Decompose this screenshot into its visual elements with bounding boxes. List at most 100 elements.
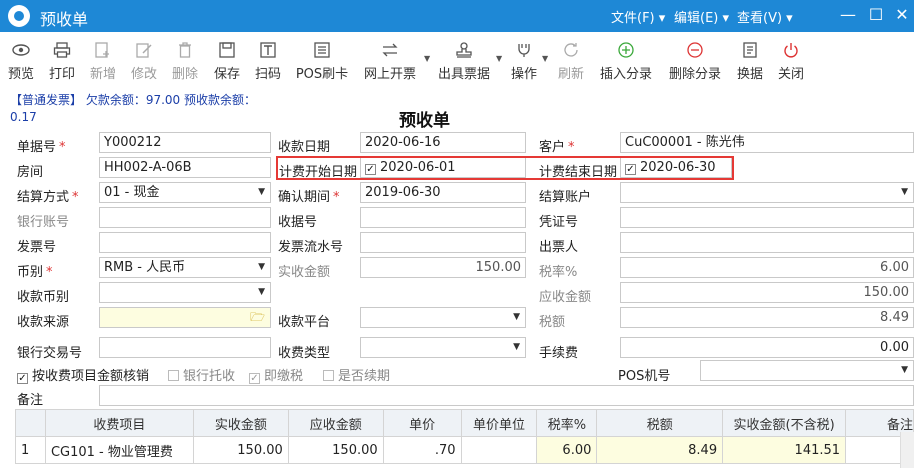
menu-view[interactable]: 查看(V) ▾ [737, 7, 793, 26]
grid-header-net[interactable]: 实收金额(不含税) [722, 409, 847, 437]
delete-button[interactable]: 删除 [167, 32, 203, 88]
invoice-no-field[interactable] [99, 232, 271, 253]
pos-no-select[interactable]: ▼ [700, 360, 914, 381]
voucher-no-label: 凭证号 [539, 215, 579, 230]
maximize-icon[interactable]: ☐ [864, 4, 888, 26]
dropdown-arrow-icon: ▼ [258, 262, 265, 272]
settle-account-select[interactable]: ▼ [620, 182, 914, 203]
receipt-currency-select[interactable]: ▼ [99, 282, 271, 303]
tax-label: 税额 [539, 315, 566, 330]
dropdown-arrow-icon: ▼ [513, 342, 520, 352]
window-title: 预收单 [40, 10, 89, 29]
transfer-icon [382, 43, 398, 57]
stamp-icon [456, 42, 472, 58]
cell-actual[interactable]: 150.00 [192, 436, 289, 464]
voucher-no-field[interactable] [620, 207, 914, 228]
cell-receivable[interactable]: 150.00 [287, 436, 384, 464]
grid-header-receivable[interactable]: 应收金额 [287, 409, 384, 437]
bill-no-label: 单据号 * [17, 140, 66, 155]
menu-edit[interactable]: 编辑(E) ▾ [674, 7, 729, 26]
grid-header-item[interactable]: 收费项目 [44, 409, 194, 437]
scan-button[interactable]: 扫码 [250, 32, 286, 88]
bank-collection-checkbox[interactable]: 银行托收 [168, 365, 235, 384]
refresh-icon [564, 43, 578, 57]
cell-price[interactable]: .70 [382, 436, 462, 464]
document-title: 预收单 [399, 111, 450, 131]
minus-circle-icon [687, 42, 703, 58]
receipt-date-field[interactable]: 2020-06-16 [360, 132, 526, 153]
grid-header-tax[interactable]: 税额 [596, 409, 724, 437]
grid-header-rownum [15, 409, 46, 437]
confirm-period-label: 确认期间 * [278, 190, 340, 205]
invoice-serial-field[interactable] [360, 232, 526, 253]
customer-label: 客户 * [539, 140, 575, 155]
confirm-period-field[interactable]: 2019-06-30 [360, 182, 526, 203]
save-button[interactable]: 保存 [209, 32, 245, 88]
printer-icon [53, 42, 71, 58]
folder-icon[interactable]: 🗁 [250, 308, 265, 327]
cell-net[interactable]: 141.51 [722, 436, 847, 464]
receipt-type-select[interactable]: ▼ [360, 337, 526, 358]
close-window-icon[interactable]: ✕ [890, 4, 914, 26]
issue-receipt-button[interactable]: 出具票据 [434, 32, 494, 88]
insert-entry-button[interactable]: 插入分录 [596, 32, 656, 88]
instant-tax-checkbox[interactable]: ✓ 即缴税 [249, 365, 303, 384]
room-label: 房间 [17, 165, 44, 180]
switch-document-button[interactable]: 换据 [732, 32, 768, 88]
grid-header-price[interactable]: 单价 [382, 409, 462, 437]
delete-entry-button[interactable]: 删除分录 [665, 32, 725, 88]
trash-icon [179, 42, 191, 58]
verify-by-item-checkbox[interactable]: ✓ 按收费项目金额核销 [17, 365, 149, 384]
drawer-field[interactable] [620, 232, 914, 253]
refresh-button[interactable]: 刷新 [553, 32, 589, 88]
currency-select[interactable]: RMB - 人民币 ▼ [99, 257, 271, 278]
chevron-down-icon[interactable]: ▼ [496, 54, 502, 63]
row-number: 1 [15, 436, 46, 464]
receipt-no-field[interactable] [360, 207, 526, 228]
table-row[interactable]: 1 CG101 - 物业管理费 150.00 150.00 .70 6.00 8… [15, 436, 914, 464]
cell-rate[interactable]: 6.00 [536, 436, 598, 464]
receipt-currency-label: 收款币别 [17, 290, 70, 305]
receivable-label: 应收金额 [539, 290, 592, 305]
highlight-box [276, 156, 734, 180]
vertical-scrollbar[interactable] [900, 432, 914, 468]
edit-button[interactable]: 修改 [126, 32, 162, 88]
cell-item[interactable]: CG101 - 物业管理费 [44, 436, 194, 464]
chevron-down-icon[interactable]: ▼ [424, 54, 430, 63]
close-button[interactable]: 关闭 [773, 32, 809, 88]
customer-field[interactable]: CuC00001 - 陈光伟 [620, 132, 914, 153]
operate-button[interactable]: 操作 [506, 32, 542, 88]
remark-label: 备注 [17, 393, 44, 408]
print-button[interactable]: 打印 [44, 32, 80, 88]
grid-header-actual[interactable]: 实收金额 [192, 409, 289, 437]
bank-account-field[interactable] [99, 207, 271, 228]
power-icon [784, 43, 798, 58]
plus-circle-icon [618, 42, 634, 58]
pos-card-button[interactable]: POS刷卡 [292, 32, 352, 88]
grid-header-unit[interactable]: 单价单位 [460, 409, 538, 437]
currency-label: 币别 * [17, 265, 53, 280]
source-field[interactable]: 🗁 [99, 307, 271, 328]
room-field[interactable]: HH002-A-06B [99, 157, 271, 178]
menu-file[interactable]: 文件(F) ▾ [611, 7, 665, 26]
bill-no-field[interactable]: Y000212 [99, 132, 271, 153]
dropdown-arrow-icon: ▼ [258, 187, 265, 197]
bank-txn-field[interactable] [99, 337, 271, 358]
cell-tax[interactable]: 8.49 [596, 436, 724, 464]
renewal-checkbox[interactable]: 是否续期 [323, 365, 390, 384]
grid-header-rate[interactable]: 税率% [536, 409, 598, 437]
app-logo-icon [8, 5, 30, 27]
edit-icon [136, 43, 152, 58]
cell-unit[interactable] [460, 436, 538, 464]
new-button[interactable]: 新增 [85, 32, 121, 88]
fee-field[interactable]: 0.00 [620, 337, 914, 358]
preview-button[interactable]: 预览 [2, 32, 40, 88]
chevron-down-icon[interactable]: ▼ [542, 54, 548, 63]
remark-field[interactable] [99, 385, 914, 406]
dropdown-arrow-icon: ▼ [901, 365, 908, 375]
minimize-icon[interactable]: — [836, 4, 860, 26]
settle-method-select[interactable]: 01 - 现金 ▼ [99, 182, 271, 203]
drawer-label: 出票人 [539, 240, 579, 255]
online-invoice-button[interactable]: 网上开票 [360, 32, 420, 88]
platform-select[interactable]: ▼ [360, 307, 526, 328]
